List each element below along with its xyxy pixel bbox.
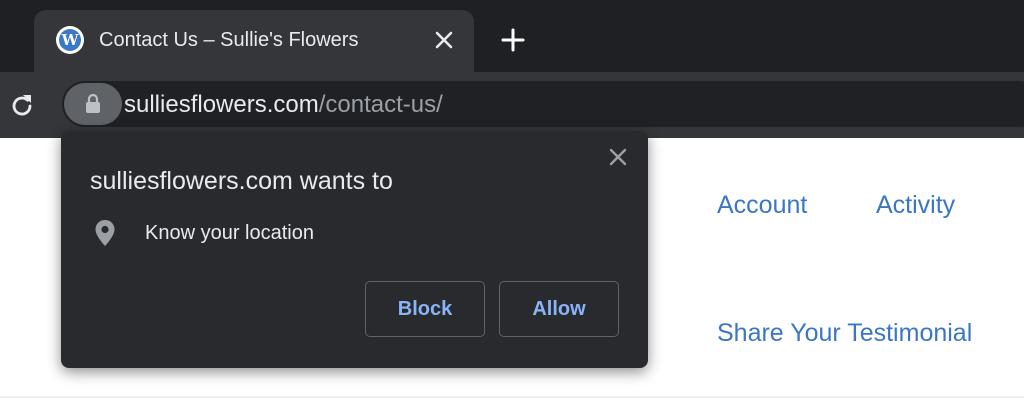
popup-title: sulliesflowers.com wants to: [90, 167, 393, 195]
new-tab-plus-icon[interactable]: [500, 27, 526, 53]
close-icon[interactable]: [432, 28, 456, 52]
lock-icon: [86, 93, 100, 113]
wordpress-icon: W: [56, 26, 84, 54]
browser-toolbar: sulliesflowers.com/contact-us/: [0, 72, 1024, 138]
close-icon[interactable]: [607, 146, 629, 168]
reload-icon[interactable]: [8, 92, 36, 120]
tab-title: Contact Us – Sullie's Flowers: [99, 29, 359, 51]
block-button[interactable]: Block: [365, 281, 485, 337]
nav-link-activity[interactable]: Activity: [876, 190, 955, 220]
location-pin-icon: [95, 220, 115, 246]
address-bar[interactable]: sulliesflowers.com/contact-us/: [62, 81, 1024, 127]
page-divider: [0, 396, 1024, 398]
tab-strip: W Contact Us – Sullie's Flowers: [0, 0, 1024, 72]
permission-text: Know your location: [145, 222, 314, 244]
tab-contact-us[interactable]: W Contact Us – Sullie's Flowers: [34, 10, 474, 72]
site-info-button[interactable]: [64, 83, 122, 125]
nav-link-share-testimonial[interactable]: Share Your Testimonial: [717, 318, 972, 348]
location-permission-popup: sulliesflowers.com wants to Know your lo…: [61, 131, 648, 368]
url-host: sulliesflowers.com: [124, 91, 319, 118]
url-text[interactable]: sulliesflowers.com/contact-us/: [124, 91, 443, 119]
url-path: /contact-us/: [318, 91, 443, 118]
allow-button[interactable]: Allow: [499, 281, 619, 337]
nav-link-account[interactable]: Account: [717, 190, 807, 220]
